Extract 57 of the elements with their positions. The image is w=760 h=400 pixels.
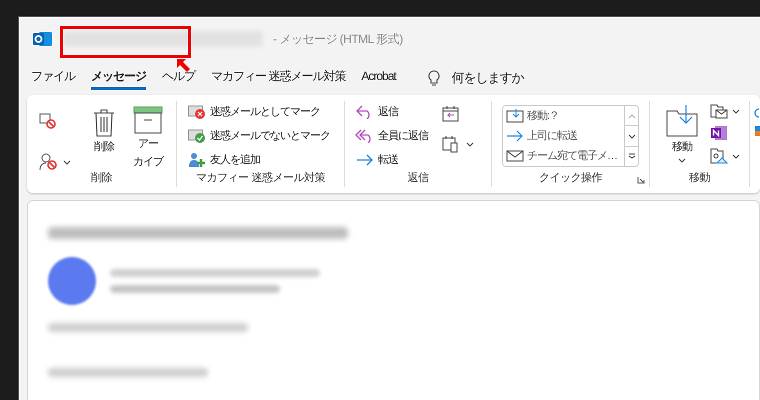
more-respond-button[interactable] [442,135,474,153]
folder-person-icon [710,147,728,165]
caret-icon [628,132,636,139]
lightbulb-icon [428,70,440,86]
folder-envelope-icon [710,103,728,119]
ribbon-group-label: クイック操作 [539,170,602,186]
caret-icon [678,158,686,163]
ribbon-tab[interactable]: マカフィー 迷惑メール対策 [211,66,346,90]
ribbon-button[interactable]: 移動 [660,101,704,170]
caret-icon [63,160,71,164]
ribbon-group-label: 移動 [689,170,710,186]
quick-step-item[interactable]: チーム宛て電子メ… [506,148,624,164]
partial-icon [754,125,760,137]
ignore-icon [39,113,57,129]
ribbon-button[interactable]: 削除 [87,101,121,170]
folder-arrow-icon [666,105,698,137]
partial-icon [754,107,760,119]
quick-step-item[interactable]: 移動: ? [506,108,624,124]
add-person-icon [188,152,206,168]
ribbon-tab[interactable]: ヘルプ [162,66,195,90]
forward-arrow-icon [506,130,524,142]
caret-up-icon [628,112,636,119]
ribbon-group-label: マカフィー 迷惑メール対策 [196,170,325,186]
envelope-block-icon [188,104,206,120]
block-person-icon [39,153,59,171]
onenote-logo-icon [710,125,728,141]
ribbon-group-label: 削除 [91,170,112,186]
forward-arrow-icon [356,154,374,166]
calendar-phone-icon [442,135,460,153]
ribbon-button[interactable]: アー カイブ [127,101,169,170]
expand-icon [628,153,636,160]
trash-icon [93,109,115,137]
ribbon-group-label: 返信 [408,170,428,186]
quick-step-item[interactable]: 上司に転送 [506,128,624,144]
ribbon-button[interactable]: 迷惑メールとしてマーク [187,103,330,122]
ribbon-button[interactable]: 全員に返信 [355,127,428,146]
tell-me-field[interactable]: 何をしますか [452,68,542,88]
actions-button[interactable] [710,147,740,165]
envelope-check-icon [188,128,206,144]
ribbon-button[interactable]: 転送 [355,151,428,170]
caret-icon [732,154,740,158]
ribbon-tab[interactable]: ファイル [31,66,75,90]
ribbon-button[interactable]: 返信 [355,103,428,122]
calendar-reply-icon [442,105,460,123]
caret-icon [732,108,740,114]
archive-box-icon [133,106,163,134]
caret-icon [466,142,474,146]
rules-button[interactable] [710,103,740,119]
block-sender-button[interactable] [37,151,73,173]
ribbon-button[interactable]: 迷惑メールでないとマーク [187,127,330,146]
outlook-logo-icon [33,30,53,48]
envelope-icon [506,150,524,162]
ribbon-button[interactable]: 友人を追加 [187,151,330,170]
ribbon-tab[interactable]: メッセージ [91,66,146,90]
window-title: - メッセージ (HTML 形式) [273,31,403,48]
ribbon-tab[interactable]: Acrobat [361,66,396,90]
dialog-launcher-icon[interactable] [637,176,645,184]
